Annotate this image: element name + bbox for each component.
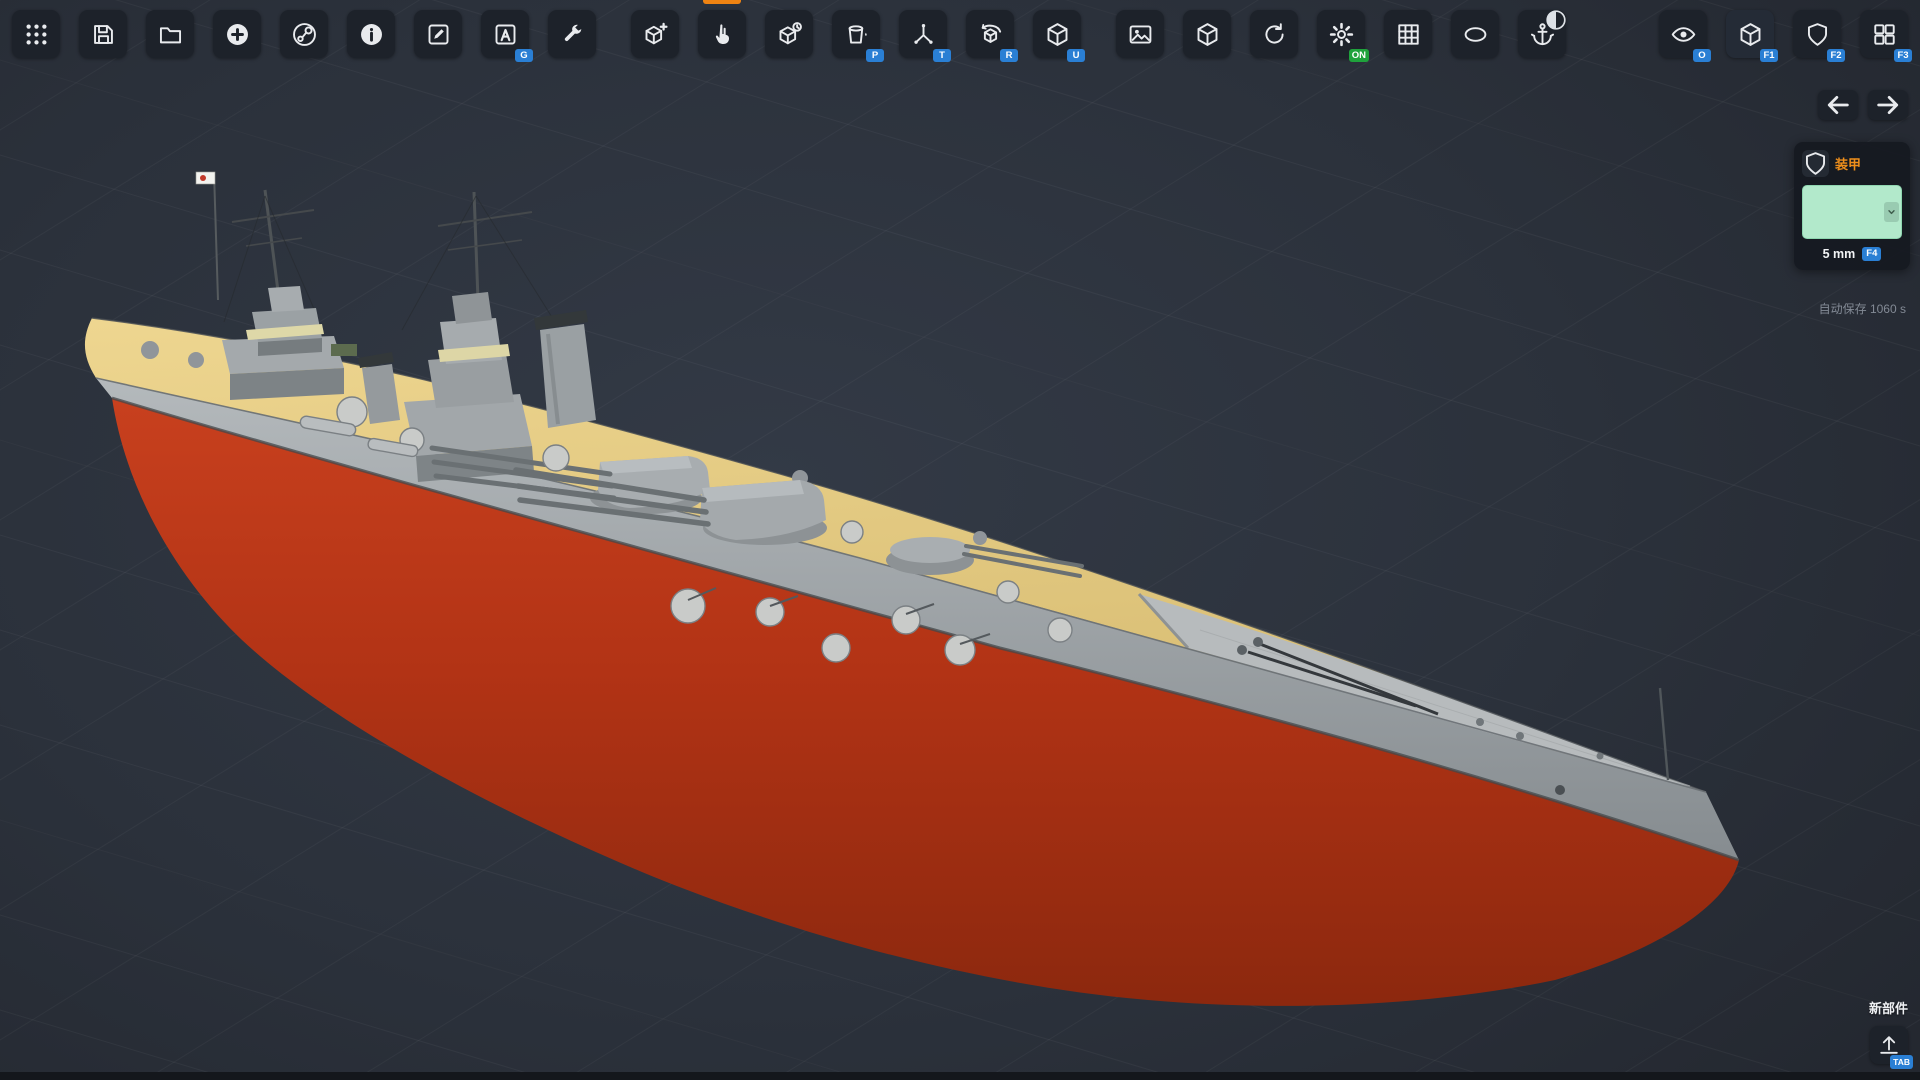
toolbar-paint-tool-button[interactable]: P <box>832 10 880 58</box>
info-icon <box>358 21 385 48</box>
toolbar-text-decal-button[interactable]: G <box>481 10 529 58</box>
aircraft <box>331 344 357 356</box>
image-icon <box>1127 21 1154 48</box>
3d-viewport[interactable]: G PTRU ON O F1 F2 F3 装甲 5 mm F4 自动保存 1060 s 新… <box>0 0 1920 1080</box>
back-button[interactable] <box>1818 90 1858 120</box>
armor-hotkey-badge: F4 <box>1862 247 1881 261</box>
new-part-control: 新部件 TAB <box>1869 998 1908 1064</box>
plus-icon <box>224 21 251 48</box>
eye-icon <box>1670 21 1697 48</box>
new-part-button[interactable]: TAB <box>1870 1026 1908 1064</box>
toolbar-open-file-button[interactable] <box>146 10 194 58</box>
toolbar-info-button[interactable] <box>347 10 395 58</box>
arrow-left-icon <box>1824 91 1852 119</box>
toolbar-right-group: O F1 F2 F3 <box>1659 10 1908 58</box>
folder-icon <box>157 21 184 48</box>
toolbar-screenshot-button[interactable] <box>1116 10 1164 58</box>
hull-lower-red <box>112 398 1739 1006</box>
toolbar-steam-workshop-button[interactable] <box>280 10 328 58</box>
letter-a-icon <box>492 21 519 48</box>
history-nav <box>1818 90 1908 120</box>
toolbar-advanced-tools-button[interactable] <box>548 10 596 58</box>
toolbar-blocks-view-button[interactable]: F1 <box>1726 10 1774 58</box>
new-part-hotkey-badge: TAB <box>1890 1055 1913 1069</box>
toolbar-rotate-tool-button[interactable]: R <box>966 10 1014 58</box>
cube-plus-icon <box>642 21 669 48</box>
toolbar-add-new-button[interactable] <box>213 10 261 58</box>
toolbar-ellipse-tool-button[interactable] <box>1451 10 1499 58</box>
toolbar-grid-snap-button[interactable] <box>1384 10 1432 58</box>
toolbar-move-tool-button[interactable]: T <box>899 10 947 58</box>
toolbar-panel-view-button[interactable]: F3 <box>1860 10 1908 58</box>
save-icon <box>90 21 117 48</box>
toolbar-apps-menu-button[interactable] <box>12 10 60 58</box>
toolbar-save-button[interactable] <box>79 10 127 58</box>
toolbar-add-part-button[interactable] <box>631 10 679 58</box>
toolbar-left-group: G PTRU ON <box>12 10 1566 58</box>
grid-icon <box>1395 21 1422 48</box>
bottom-edge <box>0 1072 1920 1080</box>
refresh-icon <box>1261 21 1288 48</box>
armor-panel: 装甲 5 mm F4 <box>1794 142 1910 270</box>
shield-icon <box>1804 21 1831 48</box>
cube-icon <box>1737 21 1764 48</box>
toolbar-part-history-button[interactable] <box>765 10 813 58</box>
shield-icon <box>1802 150 1829 177</box>
bucket-icon <box>843 21 870 48</box>
toolbar-transform-tool-button[interactable]: U <box>1033 10 1081 58</box>
forward-button[interactable] <box>1868 90 1908 120</box>
battleship-model[interactable] <box>85 172 1739 1006</box>
top-toolbar: G PTRU ON O F1 F2 F3 <box>0 10 1920 58</box>
steam-icon <box>291 21 318 48</box>
grid4-icon <box>1871 21 1898 48</box>
chevron-down-icon <box>1884 202 1899 222</box>
toolbar-hand-select-tool-button[interactable] <box>698 10 746 58</box>
view-sphere-toggle[interactable] <box>1544 8 1568 32</box>
hand-icon <box>709 21 736 48</box>
gear-icon <box>1328 21 1355 48</box>
arrow-right-icon <box>1874 91 1902 119</box>
armor-thickness-value: 5 mm <box>1823 247 1856 261</box>
toolbar-visibility-overlay-button[interactable]: O <box>1659 10 1707 58</box>
cube-icon <box>1194 21 1221 48</box>
sphere-icon <box>1544 8 1568 32</box>
toolbar-reset-view-button[interactable] <box>1250 10 1298 58</box>
ship-layer <box>0 0 1920 1080</box>
toolbar-edit-button[interactable] <box>414 10 462 58</box>
axis-icon <box>910 21 937 48</box>
cube-rotate-icon <box>977 21 1004 48</box>
edit-icon <box>425 21 452 48</box>
armor-thickness-row: 5 mm F4 <box>1802 247 1902 261</box>
wrench-icon <box>559 21 586 48</box>
armor-panel-title: 装甲 <box>1835 154 1861 173</box>
new-part-label: 新部件 <box>1869 998 1908 1017</box>
armor-color-dropdown[interactable] <box>1802 185 1902 239</box>
apps-icon <box>23 21 50 48</box>
armor-panel-header: 装甲 <box>1802 150 1902 177</box>
toolbar-cube-view-button[interactable] <box>1183 10 1231 58</box>
cube-time-icon <box>776 21 803 48</box>
toolbar-armor-view-button[interactable]: F2 <box>1793 10 1841 58</box>
ellipse-icon <box>1462 21 1489 48</box>
autosave-status: 自动保存 1060 s <box>1819 300 1906 317</box>
cube-icon <box>1044 21 1071 48</box>
toolbar-settings-button[interactable]: ON <box>1317 10 1365 58</box>
